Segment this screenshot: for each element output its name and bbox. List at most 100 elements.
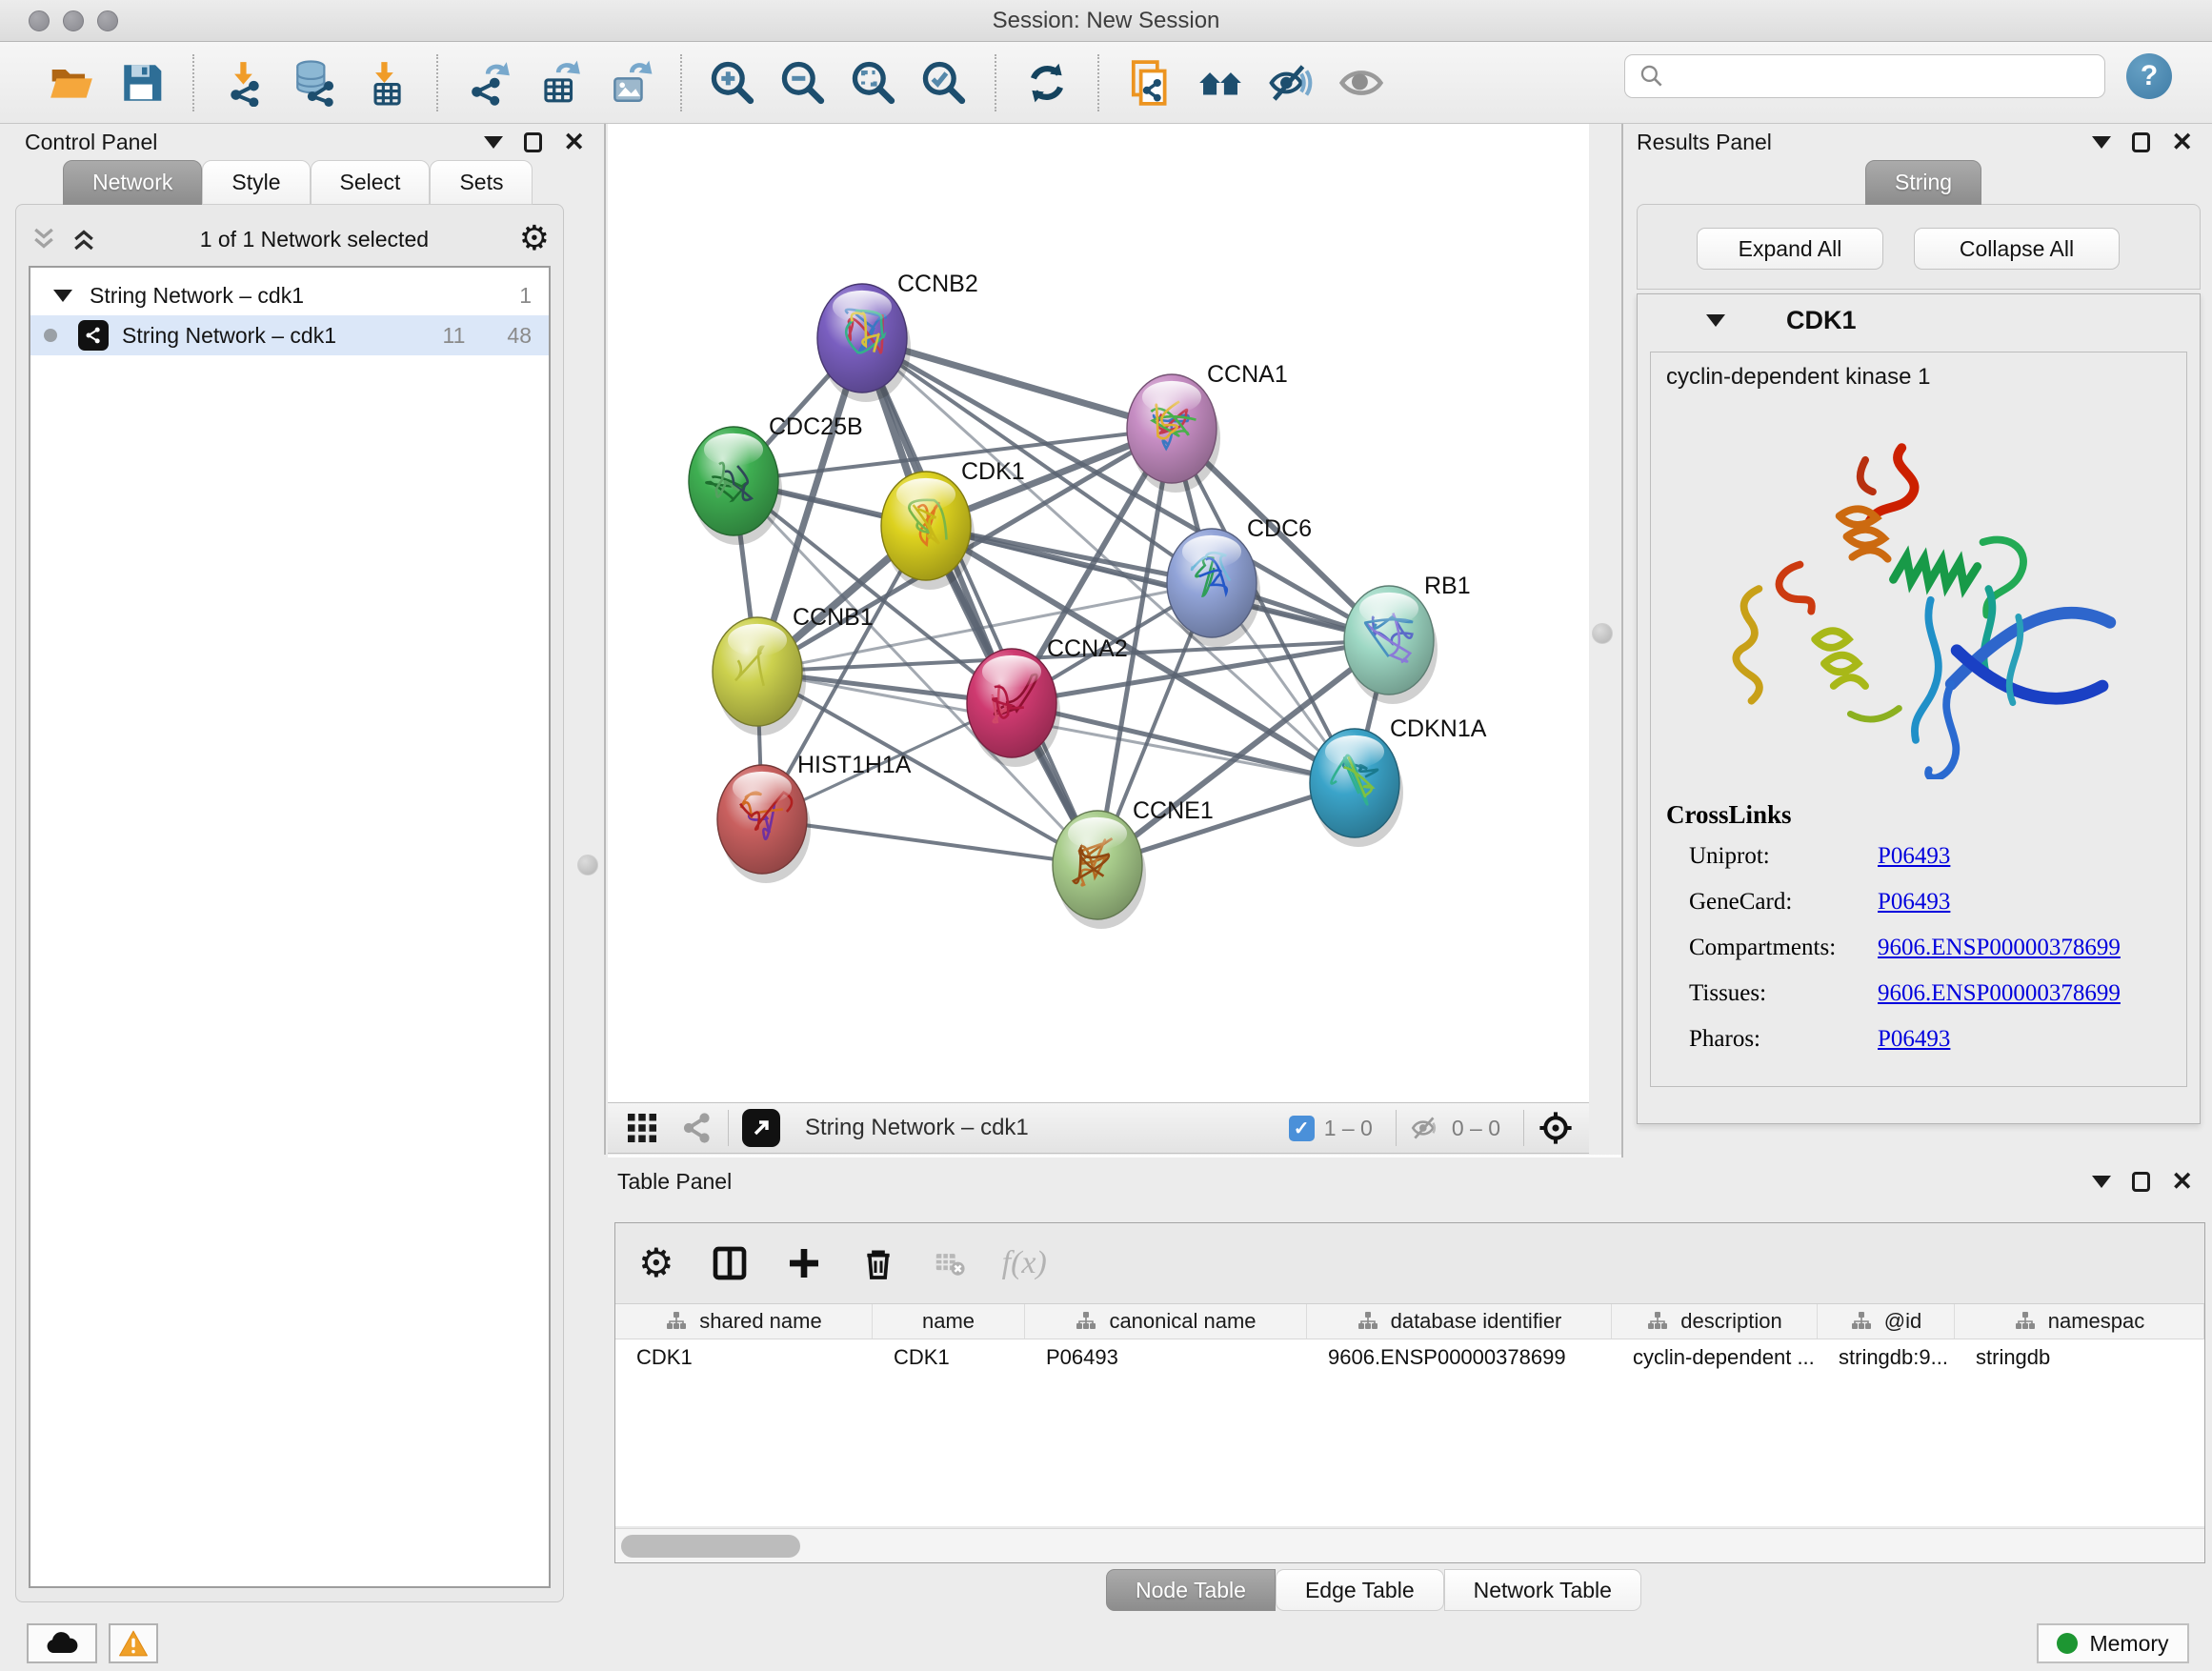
export-table-icon[interactable]: [533, 55, 585, 111]
network-edge[interactable]: [862, 338, 1097, 865]
network-node-cdkn1a[interactable]: CDKN1A: [1310, 715, 1487, 847]
birds-eye-view-icon[interactable]: [1538, 1110, 1574, 1146]
network-collection-row[interactable]: String Network – cdk1 1: [30, 275, 549, 315]
network-node-ccnb2[interactable]: CCNB2: [817, 271, 978, 402]
crosslink-link[interactable]: 9606.ENSP00000378699: [1878, 935, 2177, 961]
cloud-button[interactable]: [27, 1623, 97, 1663]
network-edge[interactable]: [762, 819, 1097, 865]
tab-node-table[interactable]: Node Table: [1106, 1569, 1276, 1611]
crosslink-link[interactable]: P06493: [1878, 889, 2177, 916]
network-edge[interactable]: [1012, 703, 1355, 783]
table-cell[interactable]: CDK1: [615, 1345, 873, 1370]
column-header-shared-name[interactable]: shared name: [615, 1304, 873, 1339]
panel-menu-icon[interactable]: [484, 136, 503, 149]
grid-view-icon[interactable]: [625, 1111, 659, 1145]
node-result-expand-icon[interactable]: [1706, 314, 1725, 327]
show-all-icon[interactable]: [1336, 55, 1387, 111]
show-column-icon[interactable]: [711, 1244, 749, 1282]
float-panel-icon[interactable]: [524, 132, 542, 152]
table-cell[interactable]: stringdb: [1955, 1345, 2204, 1370]
network-options-gear-icon[interactable]: ⚙: [519, 222, 550, 256]
zoom-fit-icon[interactable]: [848, 55, 899, 111]
tab-string[interactable]: String: [1865, 160, 1981, 205]
help-button[interactable]: ?: [2126, 53, 2172, 99]
tab-select[interactable]: Select: [311, 160, 431, 205]
network-node-ccna2[interactable]: CCNA2: [967, 635, 1128, 767]
node-result-header[interactable]: CDK1: [1638, 294, 2200, 346]
detach-view-button[interactable]: [742, 1109, 780, 1147]
column-header--id[interactable]: @id: [1818, 1304, 1955, 1339]
network-share-icon[interactable]: [680, 1111, 714, 1145]
close-panel-icon[interactable]: ✕: [2171, 130, 2193, 155]
crosslink-link[interactable]: P06493: [1878, 1026, 2177, 1053]
open-session-icon[interactable]: [46, 55, 97, 111]
table-cell[interactable]: CDK1: [873, 1345, 1025, 1370]
close-panel-icon[interactable]: ✕: [2171, 1169, 2193, 1195]
selected-nodes-checkbox[interactable]: ✓: [1289, 1116, 1315, 1141]
save-session-icon[interactable]: [116, 55, 168, 111]
column-header-canonical-name[interactable]: canonical name: [1025, 1304, 1307, 1339]
network-graph[interactable]: CCNB2CCNA1CDC25BCDK1CDC6RB1CCNB1CCNA2CDK…: [608, 124, 1589, 1102]
table-cell[interactable]: 9606.ENSP00000378699: [1307, 1345, 1612, 1370]
collapse-all-networks-icon[interactable]: [30, 225, 58, 253]
tab-sets[interactable]: Sets: [430, 160, 533, 205]
float-panel-icon[interactable]: [2132, 132, 2150, 152]
hide-selected-icon[interactable]: [1265, 55, 1317, 111]
expand-all-button[interactable]: Expand All: [1697, 228, 1883, 270]
create-column-icon[interactable]: [785, 1244, 823, 1282]
collection-expand-icon[interactable]: [53, 290, 72, 302]
float-panel-icon[interactable]: [2132, 1172, 2150, 1192]
network-row[interactable]: String Network – cdk1 11 48: [30, 315, 549, 355]
import-network-from-database-icon[interactable]: [290, 55, 341, 111]
table-row[interactable]: CDK1CDK1P064939606.ENSP00000378699cyclin…: [615, 1339, 2204, 1376]
network-node-hist1h1a[interactable]: HIST1H1A: [717, 752, 912, 883]
crosslink-label: Uniprot:: [1689, 843, 1878, 870]
panel-menu-icon[interactable]: [2092, 1176, 2111, 1188]
network-node-rb1[interactable]: RB1: [1344, 573, 1471, 704]
tab-network-table[interactable]: Network Table: [1444, 1569, 1641, 1611]
refresh-icon[interactable]: [1021, 55, 1073, 111]
table-options-gear-icon[interactable]: ⚙: [638, 1243, 674, 1283]
tab-edge-table[interactable]: Edge Table: [1276, 1569, 1444, 1611]
zoom-selected-icon[interactable]: [918, 55, 970, 111]
left-splitter-handle[interactable]: [577, 855, 598, 876]
memory-button[interactable]: Memory: [2037, 1623, 2189, 1663]
collapse-all-button[interactable]: Collapse All: [1914, 228, 2120, 270]
crosslink-link[interactable]: 9606.ENSP00000378699: [1878, 980, 2177, 1007]
expand-all-networks-icon[interactable]: [70, 225, 98, 253]
zoom-in-icon[interactable]: [707, 55, 758, 111]
first-neighbors-icon[interactable]: [1195, 55, 1246, 111]
function-builder-icon[interactable]: f(x): [1002, 1245, 1047, 1281]
delete-column-icon[interactable]: [859, 1244, 897, 1282]
table-horizontal-scrollbar[interactable]: [615, 1528, 2204, 1562]
import-table-from-file-icon[interactable]: [360, 55, 412, 111]
panel-menu-icon[interactable]: [2092, 136, 2111, 149]
search-input[interactable]: [1673, 64, 2104, 89]
zoom-out-icon[interactable]: [777, 55, 829, 111]
import-network-from-file-icon[interactable]: [219, 55, 271, 111]
delete-table-icon[interactable]: [934, 1247, 966, 1279]
hidden-eye-icon[interactable]: [1410, 1112, 1442, 1144]
tab-style[interactable]: Style: [202, 160, 310, 205]
export-network-icon[interactable]: [463, 55, 514, 111]
column-header-namespac[interactable]: namespac: [1955, 1304, 2204, 1339]
right-splitter-handle[interactable]: [1592, 623, 1613, 644]
table-cell[interactable]: P06493: [1025, 1345, 1307, 1370]
export-image-icon[interactable]: [604, 55, 655, 111]
network-view-canvas[interactable]: CCNB2CCNA1CDC25BCDK1CDC6RB1CCNB1CCNA2CDK…: [608, 124, 1589, 1102]
warning-button[interactable]: [109, 1623, 158, 1663]
tab-network[interactable]: Network: [63, 160, 202, 205]
left-splitter[interactable]: [604, 124, 606, 1155]
crosslink-link[interactable]: P06493: [1878, 843, 2177, 870]
clone-network-icon[interactable]: [1124, 55, 1176, 111]
network-node-ccnb1[interactable]: CCNB1: [713, 604, 874, 735]
column-header-name[interactable]: name: [873, 1304, 1025, 1339]
table-cell[interactable]: cyclin-dependent ...: [1612, 1345, 1818, 1370]
scrollbar-thumb[interactable]: [621, 1535, 800, 1558]
close-panel-icon[interactable]: ✕: [563, 130, 585, 155]
network-node-ccna1[interactable]: CCNA1: [1127, 361, 1288, 493]
network-node-ccne1[interactable]: CCNE1: [1053, 797, 1214, 929]
column-header-database-identifier[interactable]: database identifier: [1307, 1304, 1612, 1339]
column-header-description[interactable]: description: [1612, 1304, 1818, 1339]
table-cell[interactable]: stringdb:9...: [1818, 1345, 1955, 1370]
